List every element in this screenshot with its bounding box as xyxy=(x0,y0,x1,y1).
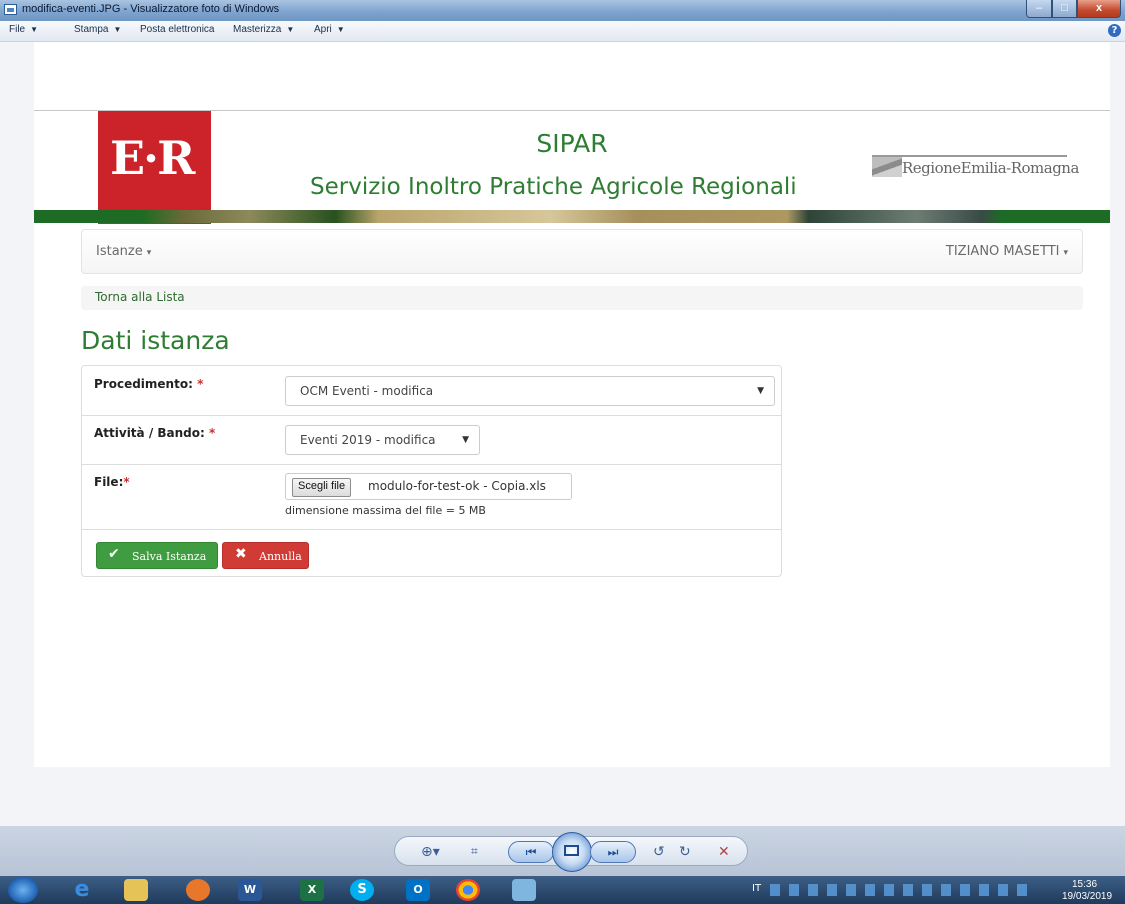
user-menu-dropdown[interactable]: TIZIANO MASETTI ▾ xyxy=(946,244,1068,259)
menu-posta-elettronica[interactable]: Posta elettronica xyxy=(140,24,215,35)
menu-masterizza[interactable]: Masterizza ▼ xyxy=(233,24,294,35)
skype-icon[interactable]: S xyxy=(350,879,374,901)
caret-down-icon: ▾ xyxy=(1063,248,1068,258)
choose-file-button[interactable]: Scegli file xyxy=(292,478,352,497)
form-row-file: File:* Scegli file modulo-for-test-ok - … xyxy=(82,464,781,530)
viewer-menubar: File ▼ Stampa ▼ Posta elettronica Masteriz… xyxy=(0,21,1125,42)
cancel-button-label: Annulla xyxy=(259,550,302,563)
menu-file-label: File xyxy=(9,24,26,35)
attivita-label: Attività / Bando: * xyxy=(94,426,215,440)
site-subtitle: Servizio Inoltro Pratiche Agricole Regio… xyxy=(310,174,797,200)
app-icon xyxy=(4,4,17,15)
chrome-icon[interactable] xyxy=(456,879,480,901)
zoom-icon[interactable]: ⊕▾ xyxy=(421,844,440,860)
attivita-selected-value: Eventi 2019 - modifica xyxy=(300,433,436,447)
rotate-right-icon[interactable]: ↻ xyxy=(679,844,691,860)
outlook-icon[interactable]: O xyxy=(406,879,430,901)
caret-down-icon: ▼ xyxy=(30,25,39,34)
caret-down-icon: ▼ xyxy=(286,25,295,34)
check-icon: ✔ xyxy=(108,546,120,562)
select-arrow-icon: ▼ xyxy=(757,386,764,396)
window-title: modifica-eventi.JPG - Visualizzatore fot… xyxy=(22,3,280,15)
clock-date[interactable]: 19/03/2019 xyxy=(1062,891,1112,902)
back-to-list-link[interactable]: Torna alla Lista xyxy=(95,290,185,304)
site-banner: E·R SIPAR Servizio Inoltro Pratiche Agri… xyxy=(34,110,1110,224)
procedimento-label-text: Procedimento: xyxy=(94,377,193,391)
banner-photo-stripe xyxy=(34,210,1110,223)
close-button[interactable]: x xyxy=(1077,0,1121,18)
form-row-procedimento: Procedimento: * OCM Eventi - modifica ▼ xyxy=(82,366,781,416)
start-icon[interactable] xyxy=(8,877,38,903)
tray-icons[interactable] xyxy=(770,884,1030,896)
page-title: Dati istanza xyxy=(81,326,230,355)
menu-masterizza-label: Masterizza xyxy=(233,24,282,35)
attivita-label-text: Attività / Bando: xyxy=(94,426,205,440)
menu-stampa[interactable]: Stampa ▼ xyxy=(74,24,121,35)
form-row-attivita: Attività / Bando: * Eventi 2019 - modifi… xyxy=(82,415,781,465)
fit-icon[interactable]: ⌗ xyxy=(471,844,478,859)
caret-down-icon: ▾ xyxy=(146,248,152,258)
menu-apri[interactable]: Apri ▼ xyxy=(314,24,345,35)
region-logo-text: RegioneEmilia-Romagna xyxy=(902,159,1079,177)
select-arrow-icon: ▼ xyxy=(462,435,469,445)
nav-istanze-label: Istanze xyxy=(96,244,143,259)
region-logo-mark xyxy=(872,157,902,177)
next-icon[interactable]: ⏭ xyxy=(590,841,636,863)
required-mark: * xyxy=(197,377,204,391)
firefox-icon[interactable] xyxy=(186,879,210,901)
language-indicator[interactable]: IT xyxy=(752,883,761,894)
attivita-bando-select[interactable]: Eventi 2019 - modifica ▼ xyxy=(285,425,480,455)
word-icon[interactable]: W xyxy=(238,879,262,901)
minimize-button[interactable]: – xyxy=(1026,0,1052,18)
maximize-button[interactable]: □ xyxy=(1052,0,1077,18)
procedimento-selected-value: OCM Eventi - modifica xyxy=(300,384,434,398)
caret-down-icon: ▼ xyxy=(113,25,122,34)
explorer-icon[interactable] xyxy=(124,879,148,901)
web-page: E·R SIPAR Servizio Inoltro Pratiche Agri… xyxy=(34,42,1110,767)
delete-icon[interactable]: ✕ xyxy=(718,844,730,860)
navbar: Istanze ▾ TIZIANO MASETTI ▾ xyxy=(81,229,1083,274)
prev-icon[interactable]: ⏮ xyxy=(508,841,554,863)
breadcrumb: Torna alla Lista xyxy=(81,286,1083,310)
menu-posta-label: Posta elettronica xyxy=(140,24,215,35)
procedimento-label: Procedimento: * xyxy=(94,377,203,391)
file-label-text: File: xyxy=(94,475,124,489)
help-icon[interactable]: ? xyxy=(1108,24,1121,37)
clock-time[interactable]: 15:36 xyxy=(1072,879,1097,890)
menu-stampa-label: Stampa xyxy=(74,24,109,35)
nav-istanze-dropdown[interactable]: Istanze ▾ xyxy=(96,244,151,259)
required-mark: * xyxy=(209,426,216,440)
caret-down-icon: ▼ xyxy=(336,25,345,34)
file-size-help: dimensione massima del file = 5 MB xyxy=(285,504,486,517)
save-button-label: Salva Istanza xyxy=(132,550,207,563)
excel-icon[interactable]: X xyxy=(300,879,324,901)
photo-viewer-icon[interactable] xyxy=(512,879,536,901)
er-logo: E·R xyxy=(98,111,211,224)
procedimento-select[interactable]: OCM Eventi - modifica ▼ xyxy=(285,376,775,406)
times-icon: ✖ xyxy=(235,546,247,562)
window-titlebar: modifica-eventi.JPG - Visualizzatore fot… xyxy=(0,0,1125,21)
file-input[interactable]: Scegli file modulo-for-test-ok - Copia.x… xyxy=(285,473,572,500)
user-name: TIZIANO MASETTI xyxy=(945,244,1060,259)
selected-file-name: modulo-for-test-ok - Copia.xls xyxy=(368,479,546,493)
slideshow-icon[interactable] xyxy=(552,832,592,872)
menu-apri-label: Apri xyxy=(314,24,332,35)
windows-taskbar: e W X S O IT 15:36 19/03/2019 xyxy=(0,876,1125,904)
save-instance-button[interactable]: ✔ Salva Istanza xyxy=(96,542,218,569)
instance-form-panel: Procedimento: * OCM Eventi - modifica ▼ … xyxy=(81,365,782,577)
ie-icon[interactable]: e xyxy=(70,879,94,901)
rotate-left-icon[interactable]: ↺ xyxy=(653,844,665,860)
cancel-button[interactable]: ✖ Annulla xyxy=(222,542,309,569)
file-label: File:* xyxy=(94,475,130,489)
site-title: SIPAR xyxy=(536,129,608,158)
required-mark: * xyxy=(123,475,130,489)
menu-file[interactable]: File ▼ xyxy=(9,24,38,35)
